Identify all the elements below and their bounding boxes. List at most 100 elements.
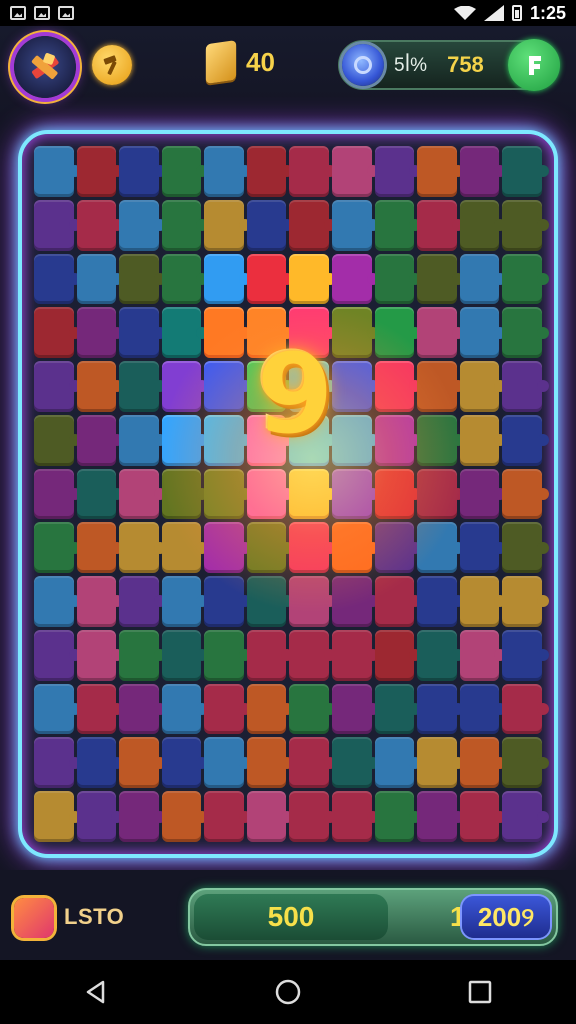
puzzle-piece[interactable] [76, 253, 123, 305]
hammer-tool-button[interactable] [92, 45, 132, 85]
puzzle-piece[interactable] [289, 576, 336, 627]
puzzle-piece[interactable] [417, 253, 464, 305]
puzzle-piece[interactable] [204, 791, 251, 842]
puzzle-piece[interactable] [76, 576, 123, 627]
puzzle-piece[interactable] [374, 307, 421, 359]
puzzle-piece[interactable] [374, 522, 421, 574]
puzzle-piece[interactable] [332, 253, 379, 305]
puzzle-piece[interactable] [246, 576, 293, 627]
puzzle-piece[interactable] [76, 361, 123, 412]
puzzle-piece[interactable] [502, 522, 549, 574]
puzzle-piece[interactable] [204, 146, 251, 197]
puzzle-piece[interactable] [459, 253, 506, 305]
puzzle-piece[interactable] [417, 522, 464, 574]
puzzle-piece[interactable] [459, 522, 506, 574]
puzzle-piece[interactable] [459, 791, 506, 842]
puzzle-piece[interactable] [161, 468, 208, 520]
target-score-chip[interactable]: 200୨ [462, 896, 550, 938]
puzzle-piece[interactable] [246, 199, 293, 251]
puzzle-piece[interactable] [161, 683, 208, 735]
puzzle-piece[interactable] [34, 791, 81, 842]
puzzle-piece[interactable] [119, 576, 166, 627]
puzzle-piece[interactable] [119, 253, 166, 305]
puzzle-piece[interactable] [332, 199, 379, 251]
puzzle-piece[interactable] [246, 468, 293, 520]
puzzle-piece[interactable] [459, 683, 506, 735]
puzzle-piece[interactable] [76, 468, 123, 520]
puzzle-piece[interactable] [417, 361, 464, 412]
puzzle-piece[interactable] [246, 791, 293, 842]
home-button[interactable] [258, 962, 318, 1022]
puzzle-piece[interactable] [289, 683, 336, 735]
puzzle-piece[interactable] [119, 199, 166, 251]
puzzle-piece[interactable] [332, 629, 379, 681]
puzzle-piece[interactable] [459, 361, 506, 412]
puzzle-piece[interactable] [34, 576, 81, 627]
puzzle-piece[interactable] [34, 522, 81, 574]
back-button[interactable] [66, 962, 126, 1022]
puzzle-piece[interactable] [459, 146, 506, 197]
puzzle-piece[interactable] [417, 414, 464, 466]
puzzle-piece[interactable] [204, 361, 251, 412]
puzzle-piece[interactable] [502, 576, 549, 627]
puzzle-piece[interactable] [417, 468, 464, 520]
puzzle-piece[interactable] [289, 629, 336, 681]
puzzle-piece[interactable] [34, 199, 81, 251]
puzzle-piece[interactable] [502, 683, 549, 735]
puzzle-piece[interactable] [161, 522, 208, 574]
puzzle-piece[interactable] [119, 414, 166, 466]
puzzle-piece[interactable] [332, 791, 379, 842]
puzzle-piece[interactable] [119, 737, 166, 789]
puzzle-piece[interactable] [119, 361, 166, 412]
puzzle-piece[interactable] [204, 468, 251, 520]
puzzle-piece[interactable] [417, 791, 464, 842]
puzzle-piece[interactable] [459, 629, 506, 681]
puzzle-piece[interactable] [246, 683, 293, 735]
puzzle-piece[interactable] [161, 791, 208, 842]
puzzle-piece[interactable] [246, 146, 293, 197]
puzzle-piece[interactable] [289, 791, 336, 842]
puzzle-piece[interactable] [76, 629, 123, 681]
puzzle-piece[interactable] [459, 414, 506, 466]
puzzle-piece[interactable] [34, 737, 81, 789]
puzzle-piece[interactable] [417, 683, 464, 735]
puzzle-piece[interactable] [374, 253, 421, 305]
puzzle-piece[interactable] [119, 522, 166, 574]
puzzle-piece[interactable] [161, 253, 208, 305]
recents-button[interactable] [450, 962, 510, 1022]
puzzle-piece[interactable] [332, 683, 379, 735]
puzzle-piece[interactable] [246, 737, 293, 789]
puzzle-piece[interactable] [34, 468, 81, 520]
puzzle-piece[interactable] [374, 576, 421, 627]
puzzle-piece[interactable] [204, 629, 251, 681]
puzzle-piece[interactable] [204, 414, 251, 466]
puzzle-piece[interactable] [76, 522, 123, 574]
puzzle-piece[interactable] [119, 683, 166, 735]
puzzle-piece[interactable] [502, 361, 549, 412]
puzzle-piece[interactable] [332, 576, 379, 627]
puzzle-piece[interactable] [417, 629, 464, 681]
puzzle-piece[interactable] [204, 199, 251, 251]
puzzle-piece[interactable] [332, 468, 379, 520]
puzzle-piece[interactable] [76, 737, 123, 789]
puzzle-piece[interactable] [417, 576, 464, 627]
puzzle-piece[interactable] [34, 683, 81, 735]
puzzle-piece[interactable] [374, 199, 421, 251]
puzzle-piece[interactable] [34, 414, 81, 466]
puzzle-piece[interactable] [374, 629, 421, 681]
puzzle-piece[interactable] [161, 361, 208, 412]
puzzle-piece[interactable] [161, 737, 208, 789]
puzzle-piece[interactable] [204, 307, 251, 359]
puzzle-piece[interactable] [502, 253, 549, 305]
puzzle-piece[interactable] [119, 468, 166, 520]
puzzle-piece[interactable] [161, 146, 208, 197]
puzzle-piece[interactable] [34, 629, 81, 681]
puzzle-piece[interactable] [289, 468, 336, 520]
add-gems-button[interactable] [508, 39, 560, 91]
puzzle-piece[interactable] [502, 629, 549, 681]
puzzle-piece[interactable] [289, 522, 336, 574]
puzzle-piece[interactable] [289, 737, 336, 789]
puzzle-piece[interactable] [34, 361, 81, 412]
puzzle-piece[interactable] [374, 414, 421, 466]
puzzle-piece[interactable] [76, 414, 123, 466]
